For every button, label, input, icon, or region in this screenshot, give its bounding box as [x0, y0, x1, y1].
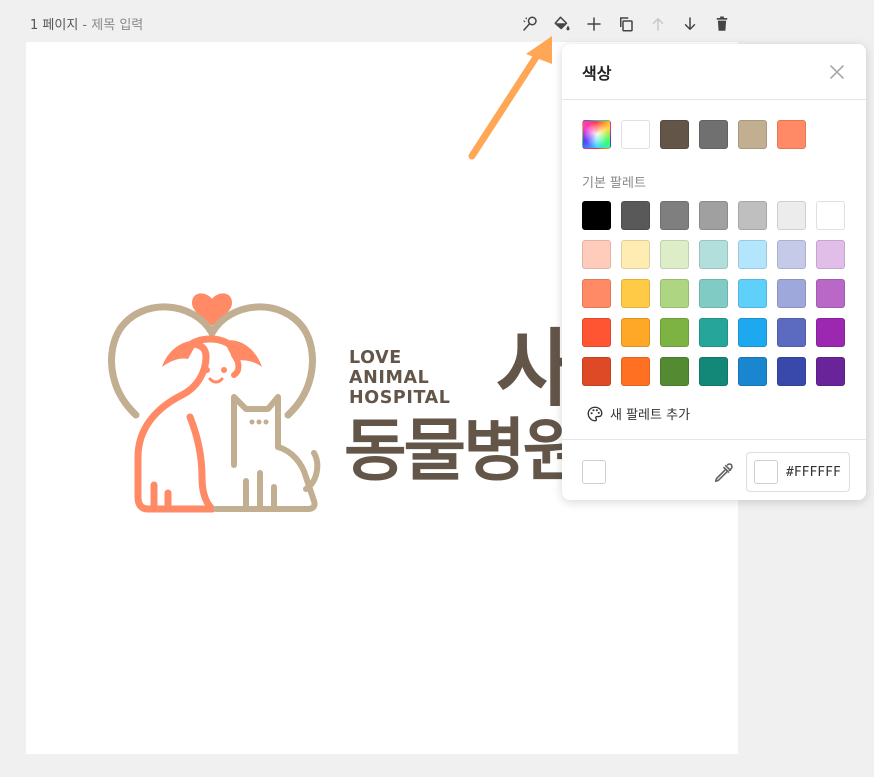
logo-en-line-1: LOVE: [349, 348, 402, 368]
palette-color-swatch[interactable]: [582, 201, 611, 230]
color-panel-footer: #FFFFFF: [562, 439, 866, 500]
palette-color-swatch[interactable]: [699, 201, 728, 230]
palette-color-swatch[interactable]: [660, 240, 689, 269]
color-picker-panel: 색상 기본 팔레트 새 팔레트 추가 #FFFFFF: [562, 44, 866, 500]
logo-korean-line-2[interactable]: 동물병원: [344, 412, 585, 492]
palette-color-swatch[interactable]: [621, 318, 650, 347]
palette-color-swatch[interactable]: [777, 240, 806, 269]
default-palette-grid: [582, 201, 845, 386]
paint-bucket-icon: [554, 16, 570, 31]
palette-color-swatch[interactable]: [816, 279, 845, 308]
logo-dog-eye-right: [221, 367, 227, 373]
duplicate-icon: [620, 17, 633, 32]
logo-cat-nose-dot-2: [256, 419, 262, 425]
delete-page-button[interactable]: [706, 8, 738, 40]
recent-color-list: [621, 120, 806, 149]
palette-color-swatch[interactable]: [777, 201, 806, 230]
logo-dog-eye-left: [204, 367, 210, 373]
color-panel-header: 색상: [562, 44, 866, 100]
move-up-button[interactable]: [642, 8, 674, 40]
header-separator: -: [78, 18, 92, 33]
palette-icon: [587, 406, 603, 421]
default-palette-label: 기본 팔레트: [582, 176, 646, 191]
palette-color-swatch[interactable]: [660, 318, 689, 347]
logo-cat-nose-dot-1: [249, 419, 255, 425]
palette-color-swatch[interactable]: [582, 279, 611, 308]
duplicate-page-button[interactable]: [610, 8, 642, 40]
palette-color-swatch[interactable]: [816, 357, 845, 386]
recent-color-swatch[interactable]: [621, 120, 650, 149]
arrow-up-icon: [652, 18, 664, 31]
logo-cat-nose-dot-3: [263, 419, 269, 425]
plus-icon: [587, 17, 601, 31]
logo-english-text[interactable]: LOVE ANIMAL HOSPITAL: [349, 348, 451, 408]
palette-color-swatch[interactable]: [699, 357, 728, 386]
eyedropper-icon: [714, 463, 733, 483]
palette-color-swatch[interactable]: [738, 279, 767, 308]
page-title-input[interactable]: 제목 입력: [91, 18, 143, 33]
palette-color-swatch[interactable]: [738, 357, 767, 386]
page-header: 1 페이지 - 제목 입력: [30, 14, 143, 33]
palette-color-swatch[interactable]: [582, 318, 611, 347]
palette-color-swatch[interactable]: [660, 279, 689, 308]
magic-wand-icon: [523, 16, 537, 31]
palette-color-swatch[interactable]: [738, 201, 767, 230]
palette-color-swatch[interactable]: [816, 318, 845, 347]
eyedropper-button[interactable]: [712, 462, 734, 484]
move-down-button[interactable]: [674, 8, 706, 40]
add-palette-label: 새 팔레트 추가: [610, 408, 691, 423]
palette-color-swatch[interactable]: [621, 201, 650, 230]
animal-hospital-logo-art[interactable]: [106, 267, 321, 517]
current-color-swatch[interactable]: [582, 460, 606, 484]
palette-color-swatch[interactable]: [699, 279, 728, 308]
recent-color-swatch[interactable]: [738, 120, 767, 149]
palette-color-swatch[interactable]: [816, 201, 845, 230]
recent-color-swatch[interactable]: [660, 120, 689, 149]
palette-color-swatch[interactable]: [738, 240, 767, 269]
palette-color-swatch[interactable]: [621, 240, 650, 269]
logo-dog: [134, 340, 216, 513]
recent-colors-row: [582, 120, 806, 149]
palette-color-swatch[interactable]: [582, 357, 611, 386]
close-button[interactable]: [828, 63, 846, 81]
custom-color-picker-swatch[interactable]: [582, 120, 611, 149]
logo-cat: [213, 394, 321, 512]
recent-color-swatch[interactable]: [777, 120, 806, 149]
palette-color-swatch[interactable]: [582, 240, 611, 269]
logo-en-line-3: HOSPITAL: [349, 388, 451, 408]
page-number-label: 1 페이지: [30, 18, 79, 33]
recent-color-swatch[interactable]: [699, 120, 728, 149]
palette-color-swatch[interactable]: [699, 318, 728, 347]
add-palette-button[interactable]: 새 팔레트 추가: [586, 404, 690, 423]
palette-color-swatch[interactable]: [660, 357, 689, 386]
palette-color-swatch[interactable]: [621, 357, 650, 386]
trash-icon: [716, 16, 728, 31]
logo-en-line-2: ANIMAL: [349, 368, 430, 388]
palette-color-swatch[interactable]: [699, 240, 728, 269]
add-page-button[interactable]: [578, 8, 610, 40]
hex-preview-swatch: [754, 460, 778, 484]
palette-color-swatch[interactable]: [816, 240, 845, 269]
palette-color-swatch[interactable]: [777, 279, 806, 308]
palette-color-swatch[interactable]: [621, 279, 650, 308]
palette-color-swatch[interactable]: [738, 318, 767, 347]
palette-color-swatch[interactable]: [777, 357, 806, 386]
color-panel-title: 색상: [582, 63, 612, 83]
close-icon: [830, 64, 844, 79]
arrow-down-icon: [684, 17, 696, 30]
annotation-arrow-icon: [468, 36, 552, 160]
hex-value: #FFFFFF: [786, 464, 841, 480]
logo-dog-cheek-line: [231, 352, 242, 378]
logo-dog-mouth: [208, 377, 224, 384]
hex-color-input[interactable]: #FFFFFF: [746, 452, 850, 492]
palette-color-swatch[interactable]: [660, 201, 689, 230]
palette-color-swatch[interactable]: [777, 318, 806, 347]
